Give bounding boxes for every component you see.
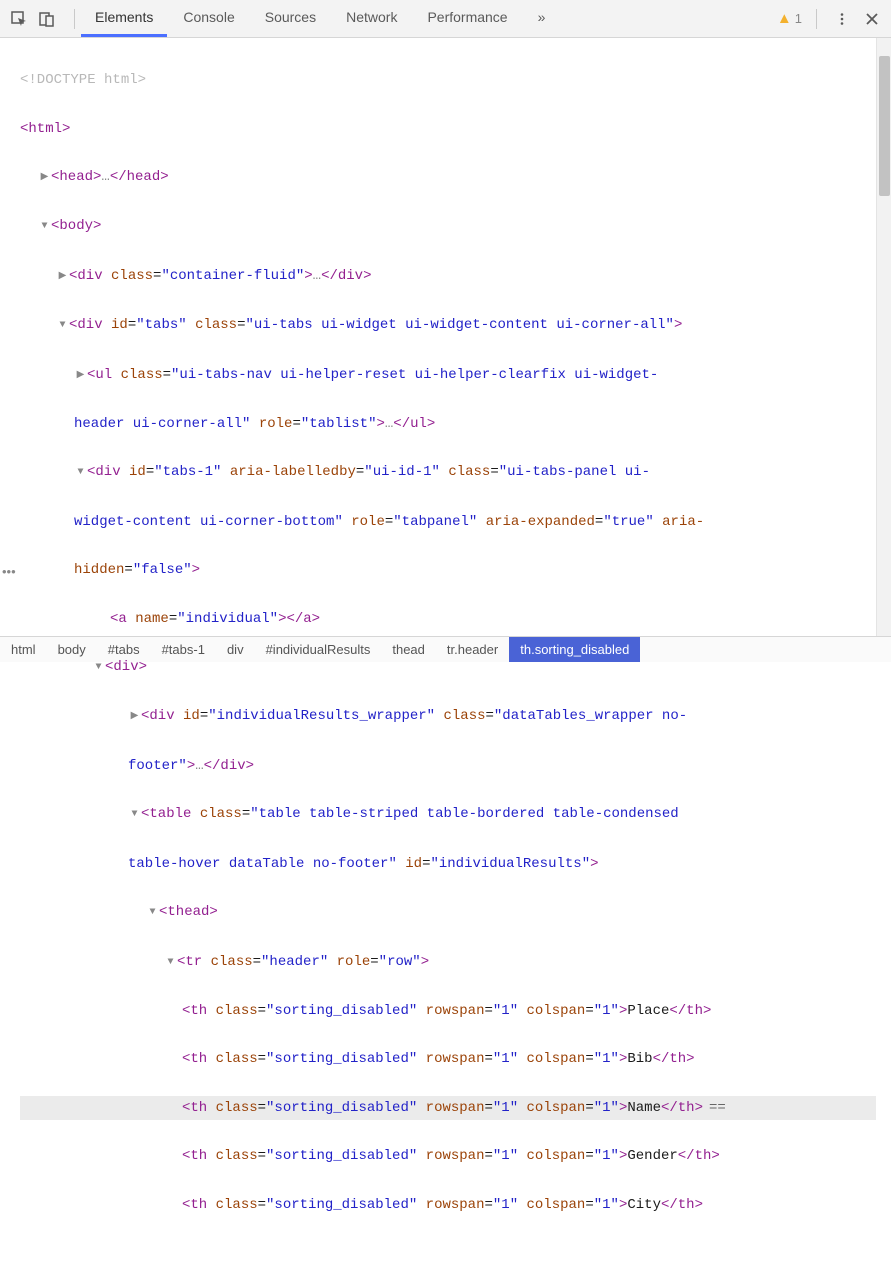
toolbar-divider — [74, 9, 75, 29]
collapse-icon[interactable] — [74, 461, 87, 485]
dom-tree[interactable]: <!DOCTYPE html> <html> <head>…</head> <b… — [20, 38, 876, 636]
warning-icon: ▲ — [777, 10, 792, 27]
collapse-icon[interactable] — [38, 215, 51, 239]
tab-console[interactable]: Console — [169, 0, 248, 37]
doctype-node[interactable]: <!DOCTYPE html> — [20, 72, 146, 88]
elements-panel: ••• <!DOCTYPE html> <html> <head>…</head… — [0, 38, 891, 636]
inspect-element-icon[interactable] — [8, 8, 30, 30]
tab-elements[interactable]: Elements — [81, 0, 167, 37]
devtools-tabs: Elements Console Sources Network Perform… — [81, 0, 777, 37]
expand-icon[interactable] — [38, 166, 51, 190]
collapse-icon[interactable] — [164, 951, 177, 975]
toolbar-icon-group — [8, 8, 68, 30]
toolbar-right: ▲ 1 — [777, 8, 883, 30]
expand-icon[interactable] — [56, 265, 69, 289]
scroll-thumb[interactable] — [879, 56, 890, 196]
collapse-icon[interactable] — [56, 314, 69, 338]
toolbar-divider — [816, 9, 817, 29]
close-icon[interactable] — [861, 8, 883, 30]
selected-dom-node[interactable]: <th class="sorting_disabled" rowspan="1"… — [20, 1096, 876, 1120]
ellipsis-marker: ••• — [2, 565, 16, 578]
tab-network[interactable]: Network — [332, 0, 411, 37]
scrollbar[interactable] — [876, 38, 891, 636]
collapse-icon[interactable] — [128, 803, 141, 827]
devtools-toolbar: Elements Console Sources Network Perform… — [0, 0, 891, 38]
tab-performance[interactable]: Performance — [413, 0, 521, 37]
expand-icon[interactable] — [74, 364, 87, 388]
warning-count: 1 — [795, 11, 802, 26]
warning-badge[interactable]: ▲ 1 — [777, 10, 802, 27]
html-open-tag[interactable]: <html> — [20, 121, 70, 137]
expand-icon[interactable] — [128, 705, 141, 729]
kebab-menu-icon[interactable] — [831, 8, 853, 30]
tab-sources[interactable]: Sources — [251, 0, 330, 37]
gutter: ••• — [0, 38, 20, 636]
collapse-icon[interactable] — [146, 901, 159, 925]
device-toolbar-icon[interactable] — [36, 8, 58, 30]
collapse-icon[interactable] — [92, 656, 105, 680]
tab-more[interactable]: » — [524, 0, 560, 37]
